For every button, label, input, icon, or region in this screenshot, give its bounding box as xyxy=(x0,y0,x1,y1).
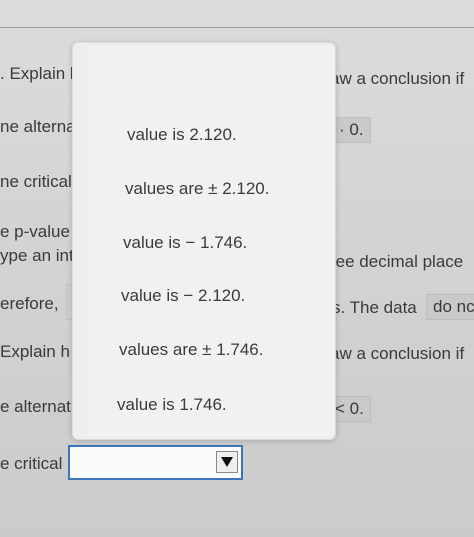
dropdown-arrow-button[interactable] xyxy=(216,451,238,473)
therefore-label: erefore, xyxy=(0,294,59,313)
data-answer-chip[interactable]: do nc xyxy=(426,294,474,320)
question-text-2: Explain h xyxy=(0,342,70,361)
question-text-1: . Explain h xyxy=(0,64,80,83)
critical-value-select[interactable] xyxy=(68,445,243,480)
dropdown-option[interactable]: value is 2.120. xyxy=(123,123,241,147)
dropdown-option[interactable]: value is 1.746. xyxy=(113,393,231,417)
critical-value-label-1: ne critical xyxy=(0,172,72,191)
instruction-text: ype an int xyxy=(0,246,74,265)
dropdown-list: value is 2.120. values are ± 2.120. valu… xyxy=(87,45,335,437)
dropdown-option[interactable]: values are ± 1.746. xyxy=(115,338,267,362)
dropdown-option[interactable]: values are ± 2.120. xyxy=(121,177,273,201)
dropdown-option[interactable]: value is − 1.746. xyxy=(119,231,251,255)
data-text: s. The data xyxy=(332,298,417,317)
p-value-label: e p-value xyxy=(0,222,70,241)
hypothesis-label-1: ne alternat xyxy=(0,117,81,136)
instruction-text-right: ree decimal place xyxy=(330,252,464,271)
hypothesis-answer-1: · 0. xyxy=(332,117,371,143)
question-text-2-right: aw a conclusion if xyxy=(330,344,465,363)
question-text-1-right: aw a conclusion if xyxy=(330,69,465,88)
dropdown-popup: value is 2.120. values are ± 2.120. valu… xyxy=(72,42,336,440)
dropdown-option[interactable]: value is − 2.120. xyxy=(117,284,249,308)
triangle-down-icon xyxy=(221,457,233,467)
top-divider xyxy=(0,27,474,28)
hypothesis-label-2: e alternat xyxy=(0,397,71,416)
critical-value-label-2: e critical xyxy=(0,454,63,473)
